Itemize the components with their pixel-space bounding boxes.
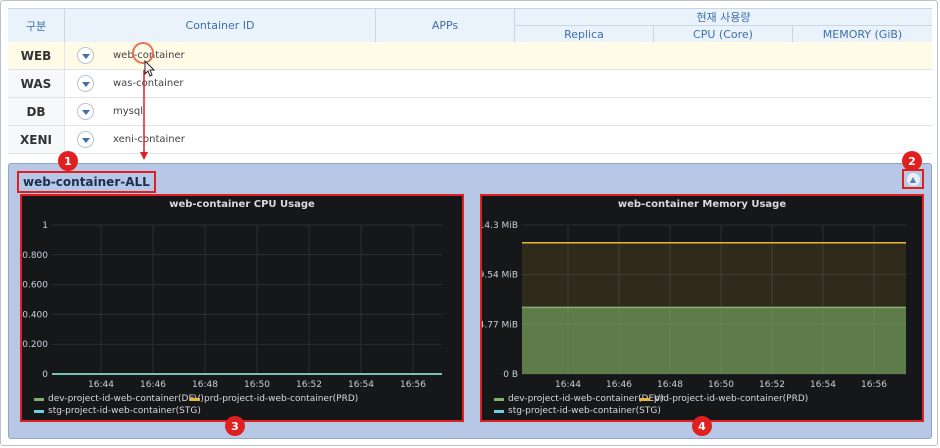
- cpu-plot: 1 0.800 0.600 0.400 0.200 0 16:44 16:46 16:48 16:…: [22, 221, 442, 390]
- y-tick-label: 1: [42, 221, 48, 231]
- container-detail-panel: web-container-ALL ▲ web-container CPU Us…: [8, 163, 932, 439]
- memory-usage-chart: web-container Memory Usage 14.3 MiB 9.54 …: [480, 194, 924, 422]
- x-tick-label: 16:46: [606, 380, 632, 390]
- x-tick-label: 16:52: [759, 380, 785, 390]
- annotation-badge-4: 4: [692, 416, 712, 436]
- header-cpu: CPU (Core): [693, 27, 753, 41]
- x-tick-label: 16:48: [657, 380, 683, 390]
- header-memory: MEMORY (GiB): [822, 27, 903, 41]
- x-tick-label: 16:50: [244, 380, 270, 390]
- memory-plot: 14.3 MiB 9.54 MiB 4.77 MiB 0 B 16:44 16:46 16:…: [482, 221, 906, 390]
- y-tick-label: 14.3 MiB: [482, 221, 518, 231]
- legend-prd: prd-project-id-web-container(PRD): [640, 394, 808, 404]
- cpu-usage-chart: web-container CPU Usage 1 0.800 0.600 0.400…: [20, 194, 464, 422]
- x-tick-label: 16:54: [810, 380, 836, 390]
- y-tick-label: 0.800: [22, 251, 48, 261]
- annotation-badge-2: 2: [902, 151, 922, 171]
- row-name: WEB: [8, 42, 65, 69]
- y-tick-label: 0.200: [22, 340, 48, 350]
- y-tick-label: 9.54 MiB: [482, 271, 518, 281]
- legend-stg: stg-project-id-web-container(STG): [494, 406, 661, 416]
- legend-prd: prd-project-id-web-container(PRD): [190, 394, 358, 404]
- header-replica: Replica: [564, 27, 604, 41]
- y-tick-label: 4.77 MiB: [482, 320, 518, 330]
- header-apps: APPs: [431, 19, 459, 32]
- row-name: WAS: [8, 70, 65, 97]
- x-tick-label: 16:44: [555, 380, 581, 390]
- x-tick-label: 16:52: [296, 380, 322, 390]
- x-tick-label: 16:56: [861, 380, 887, 390]
- link-arrow-icon: [140, 70, 148, 160]
- y-tick-label: 0 B: [503, 370, 518, 380]
- x-tick-label: 16:56: [400, 380, 426, 390]
- header-current-usage: 현재 사용량: [696, 11, 751, 24]
- expand-chevron-icon[interactable]: [77, 75, 94, 92]
- table-header: 구분 Container ID APPs 현재 사용량 Replica CPU …: [8, 8, 932, 43]
- x-tick-label: 16:46: [140, 380, 166, 390]
- header-container-id: Container ID: [185, 19, 255, 32]
- row-name: XENI: [8, 126, 65, 153]
- series-area: [522, 307, 906, 374]
- expand-chevron-icon[interactable]: [77, 131, 94, 148]
- legend-dev: dev-project-id-web-container(DEV): [34, 394, 204, 404]
- x-tick-label: 16:50: [708, 380, 734, 390]
- collapse-button[interactable]: ▲: [902, 169, 924, 189]
- header-group: 구분: [25, 19, 47, 33]
- expand-chevron-icon[interactable]: [77, 103, 94, 120]
- y-tick-label: 0: [42, 370, 48, 380]
- legend-dev: dev-project-id-web-container(DEV): [494, 394, 664, 404]
- y-tick-label: 0.600: [22, 281, 48, 291]
- annotation-badge-3: 3: [225, 416, 245, 436]
- x-tick-label: 16:54: [348, 380, 374, 390]
- x-tick-label: 16:44: [88, 380, 114, 390]
- legend-stg: stg-project-id-web-container(STG): [34, 406, 201, 416]
- y-tick-label: 0.400: [22, 310, 48, 320]
- collapse-up-icon: ▲: [906, 172, 920, 186]
- x-tick-label: 16:48: [192, 380, 218, 390]
- expand-chevron-icon[interactable]: [77, 47, 94, 64]
- panel-title: web-container-ALL: [17, 171, 156, 193]
- row-name: DB: [8, 98, 65, 125]
- annotation-badge-1: 1: [58, 151, 78, 171]
